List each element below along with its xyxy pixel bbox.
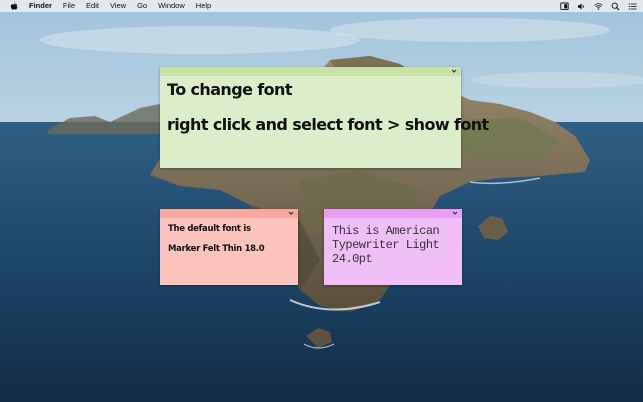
volume-icon[interactable] xyxy=(577,2,586,11)
apple-logo-icon[interactable] xyxy=(10,1,18,11)
list-icon[interactable] xyxy=(628,2,637,11)
chevron-down-icon[interactable] xyxy=(452,209,458,217)
note-text-line[interactable]: To change font xyxy=(167,80,292,99)
desktop: Finder File Edit View Go Window Help To … xyxy=(0,0,643,402)
menu-help[interactable]: Help xyxy=(196,0,211,12)
note-text[interactable]: This is American Typewriter Light 24.0pt xyxy=(332,224,456,266)
note-titlebar[interactable] xyxy=(160,67,461,76)
menu-go[interactable]: Go xyxy=(137,0,147,12)
wallpaper-island xyxy=(0,0,643,402)
note-text-line[interactable]: The default font is xyxy=(168,224,251,234)
sticky-note-green[interactable]: To change font right click and select fo… xyxy=(160,67,489,168)
sticky-note-red[interactable]: The default font is Marker Felt Thin 18.… xyxy=(160,209,298,285)
note-titlebar[interactable] xyxy=(324,209,462,218)
menu-bar-status xyxy=(552,0,637,12)
menu-bar: Finder File Edit View Go Window Help xyxy=(0,0,643,12)
menu-bar-left: Finder File Edit View Go Window Help xyxy=(0,0,222,12)
chevron-down-icon[interactable] xyxy=(451,67,457,75)
menu-edit[interactable]: Edit xyxy=(86,0,99,12)
note-titlebar[interactable] xyxy=(160,209,298,218)
chevron-down-icon[interactable] xyxy=(288,209,294,217)
search-icon[interactable] xyxy=(611,2,620,11)
menu-app-finder[interactable]: Finder xyxy=(29,0,52,12)
menu-view[interactable]: View xyxy=(110,0,126,12)
note-text-line[interactable]: right click and select font > show font xyxy=(167,115,489,134)
wifi-icon[interactable] xyxy=(594,2,603,11)
menu-file[interactable]: File xyxy=(63,0,75,12)
note-text-line[interactable]: Marker Felt Thin 18.0 xyxy=(168,244,265,254)
sticky-note-purple[interactable]: This is American Typewriter Light 24.0pt xyxy=(324,209,462,285)
display-icon[interactable] xyxy=(560,2,569,11)
menu-window[interactable]: Window xyxy=(158,0,185,12)
